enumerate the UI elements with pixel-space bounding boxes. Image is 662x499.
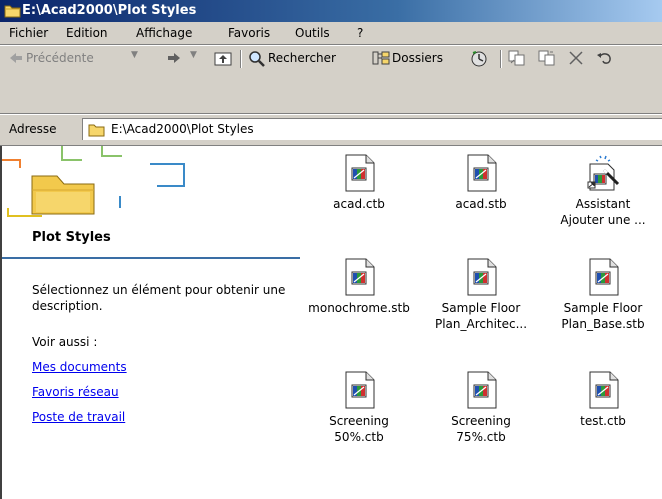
link-network-places[interactable]: Favoris réseau [32,385,119,399]
history-button[interactable] [470,50,492,68]
menu-edition[interactable]: Edition [66,26,108,40]
stb-file-icon [464,258,498,296]
explorer-window: E:\Acad2000\Plot Styles Fichier Edition … [0,0,662,499]
file-name-line2: Plan_Architec... [434,317,528,331]
folder-banner-art [2,146,185,217]
file-name-line1: monochrome.stb [308,301,410,315]
up-folder-button[interactable] [214,50,234,68]
menu-fichier[interactable]: Fichier [9,26,48,40]
back-label: Précédente [26,51,94,65]
main-content: Plot Styles Sélectionnez un élément pour… [0,145,662,499]
toolbar-divider [500,50,502,68]
file-name-line1: Assistant [575,197,631,211]
folder-icon [4,5,21,18]
folders-label: Dossiers [392,51,443,65]
file-item[interactable]: monochrome.stb [299,258,419,316]
file-item[interactable]: test.ctb [543,371,662,429]
search-icon [249,51,265,67]
folder-banner: Plot Styles [2,146,300,254]
folders-icon [372,51,390,65]
file-item[interactable]: Screening 50%.ctb [299,371,419,445]
ctb-file-icon [586,371,620,409]
see-also-label: Voir aussi : [32,335,98,349]
file-item[interactable]: acad.ctb [299,154,419,212]
address-input[interactable]: E:\Acad2000\Plot Styles [82,118,662,140]
forward-arrow-icon [168,53,180,63]
chevron-down-icon: ▼ [131,50,138,60]
menu-help[interactable]: ? [357,26,363,40]
undo-button[interactable] [596,50,618,68]
copy-to-icon [538,50,555,66]
file-name-line2: Plan_Base.stb [561,317,645,331]
back-arrow-icon [10,53,22,63]
wizard-icon [586,154,620,192]
file-name-line1: Screening [329,414,389,428]
move-to-icon [508,50,525,66]
folder-icon [88,124,105,137]
folders-button[interactable]: Dossiers [372,50,462,68]
file-item[interactable]: Assistant Ajouter une ... [543,154,662,228]
chevron-down-icon: ▼ [190,50,197,60]
file-name-line1: test.ctb [580,414,626,428]
address-value: E:\Acad2000\Plot Styles [111,122,254,136]
toolbar-divider [240,50,242,68]
file-name-line1: acad.stb [455,197,507,211]
link-my-computer[interactable]: Poste de travail [32,410,125,424]
window-title: E:\Acad2000\Plot Styles [22,3,197,18]
menu-outils[interactable]: Outils [295,26,330,40]
title-underline [2,257,300,259]
address-bar: Adresse E:\Acad2000\Plot Styles [0,117,662,142]
menu-affichage[interactable]: Affichage [136,26,192,40]
delete-x-icon [569,51,583,65]
undo-icon [597,53,611,64]
forward-button[interactable]: ▼ [166,50,206,68]
file-item[interactable]: Sample Floor Plan_Architec... [421,258,541,332]
file-item[interactable]: Sample Floor Plan_Base.stb [543,258,662,332]
file-item[interactable]: Screening 75%.ctb [421,371,541,445]
file-name-line1: Sample Floor [441,301,521,315]
stb-file-icon [586,258,620,296]
toolbar: Précédente ▼ ▼ Rechercher Dossiers [0,46,662,72]
ctb-file-icon [342,154,376,192]
file-name-line1: acad.ctb [333,197,385,211]
toolbar-separator [0,113,662,115]
title-bar[interactable]: E:\Acad2000\Plot Styles [0,0,662,22]
menu-bar: Fichier Edition Affichage Favoris Outils… [0,22,662,44]
pane-title: Plot Styles [32,230,111,245]
file-name-line1: Sample Floor [563,301,643,315]
up-folder-icon [214,52,232,66]
search-label: Rechercher [268,51,336,65]
link-my-documents[interactable]: Mes documents [32,360,127,374]
copy-to-button[interactable] [538,50,558,68]
pane-description: Sélectionnez un élément pour obtenir une… [32,283,286,313]
move-to-button[interactable] [508,50,528,68]
delete-button[interactable] [568,50,588,68]
file-name-line2: 50%.ctb [334,430,384,444]
ctb-file-icon [464,371,498,409]
file-name-line2: Ajouter une ... [560,213,646,227]
history-icon [471,51,487,67]
file-name-line2: 75%.ctb [456,430,506,444]
menu-favoris[interactable]: Favoris [228,26,270,40]
ctb-file-icon [342,371,376,409]
web-view-pane: Plot Styles Sélectionnez un élément pour… [0,146,300,499]
back-button[interactable]: Précédente ▼ [8,50,148,68]
stb-file-icon [464,154,498,192]
file-name-line1: Screening [451,414,511,428]
file-item[interactable]: acad.stb [421,154,541,212]
address-label: Adresse [9,122,57,136]
search-button[interactable]: Rechercher [248,50,366,68]
stb-file-icon [342,258,376,296]
